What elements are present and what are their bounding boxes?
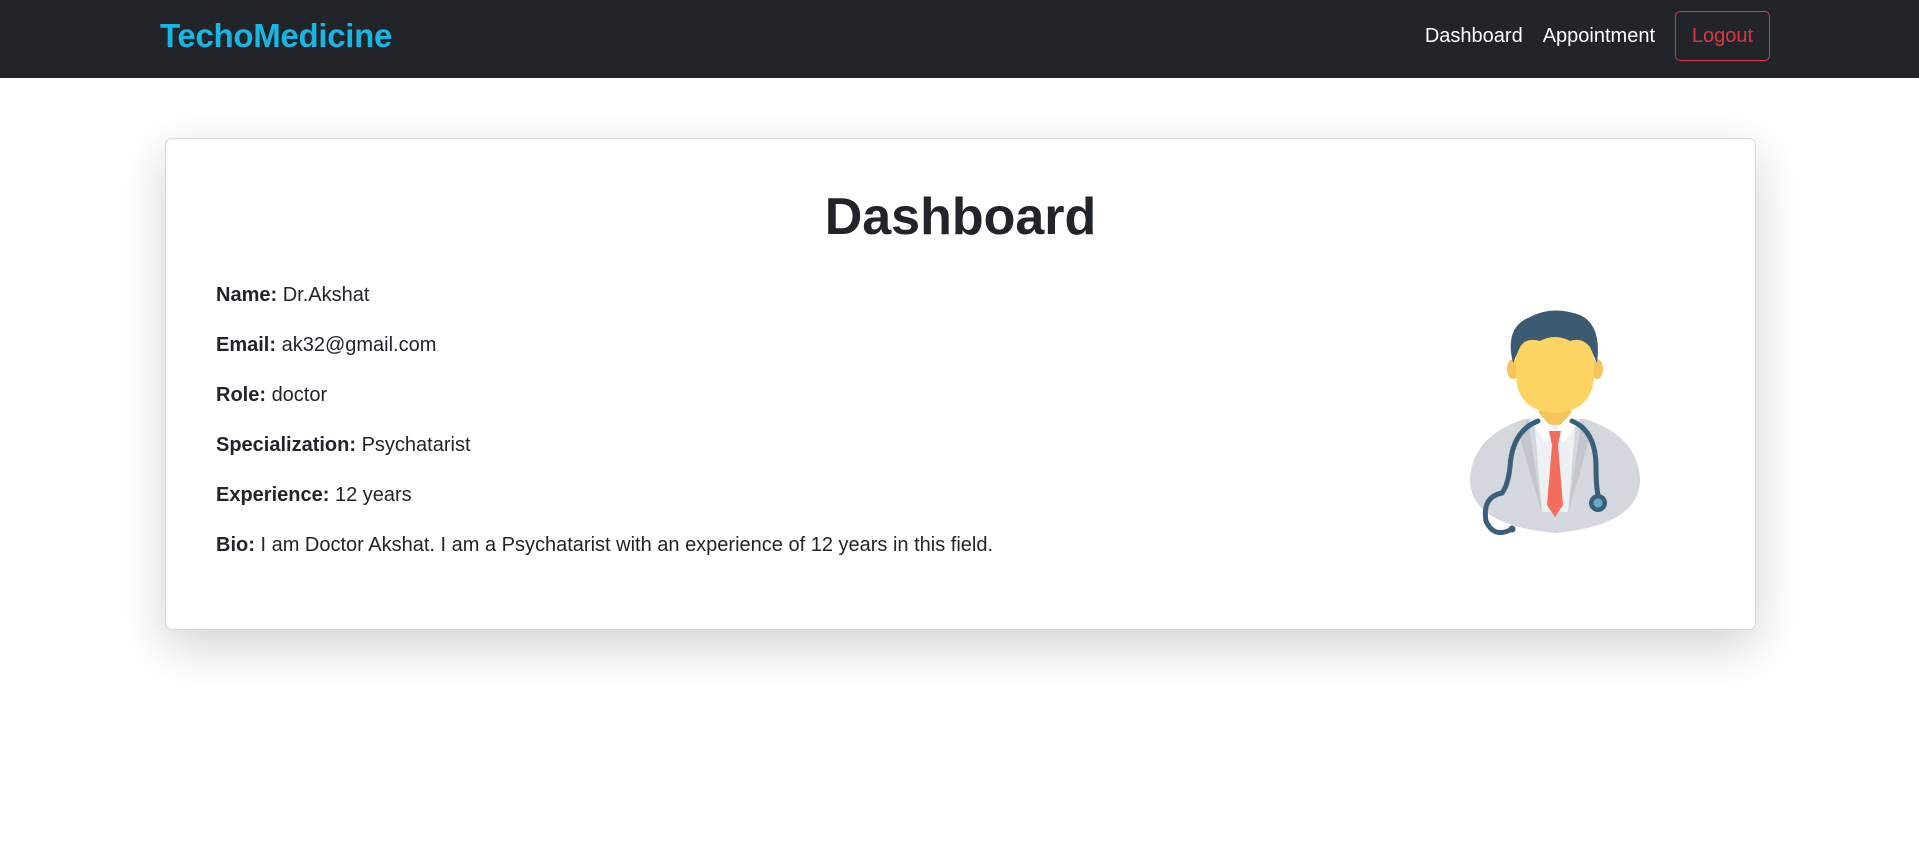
nav-links: Dashboard Appointment Logout (1425, 11, 1770, 61)
logout-button[interactable]: Logout (1675, 11, 1770, 61)
name-row: Name: Dr.Akshat (216, 281, 1316, 309)
bio-label: Bio: (216, 534, 255, 556)
navbar: TechoMedicine Dashboard Appointment Logo… (0, 0, 1919, 78)
brand-logo[interactable]: TechoMedicine (160, 16, 392, 56)
page-title: Dashboard (824, 188, 1097, 246)
nav-link-dashboard[interactable]: Dashboard (1425, 11, 1523, 61)
experience-row: Experience: 12 years (216, 481, 1316, 509)
experience-label: Experience: (216, 484, 330, 506)
email-label: Email: (216, 334, 277, 356)
experience-value: 12 years (334, 484, 412, 506)
role-label: Role: (216, 384, 266, 406)
role-row: Role: doctor (216, 381, 1316, 409)
role-value: doctor (271, 384, 328, 406)
doctor-avatar-icon (1469, 310, 1641, 536)
email-value: ak32@gmail.com (281, 334, 437, 356)
email-row: Email: ak32@gmail.com (216, 331, 1316, 359)
specialization-row: Specialization: Psychatarist (216, 431, 1316, 459)
profile-card: Dashboard Name: Dr.Akshat Email: ak32@gm… (165, 138, 1756, 630)
name-label: Name: (216, 284, 278, 306)
profile-info: Name: Dr.Akshat Email: ak32@gmail.com Ro… (216, 281, 1316, 581)
bio-row: Bio: I am Doctor Akshat. I am a Psychata… (216, 531, 1316, 559)
specialization-label: Specialization: (216, 434, 357, 456)
name-value: Dr.Akshat (282, 284, 370, 306)
nav-link-appointment[interactable]: Appointment (1543, 11, 1655, 61)
specialization-value: Psychatarist (361, 434, 471, 456)
bio-value: I am Doctor Akshat. I am a Psychatarist … (260, 534, 994, 556)
